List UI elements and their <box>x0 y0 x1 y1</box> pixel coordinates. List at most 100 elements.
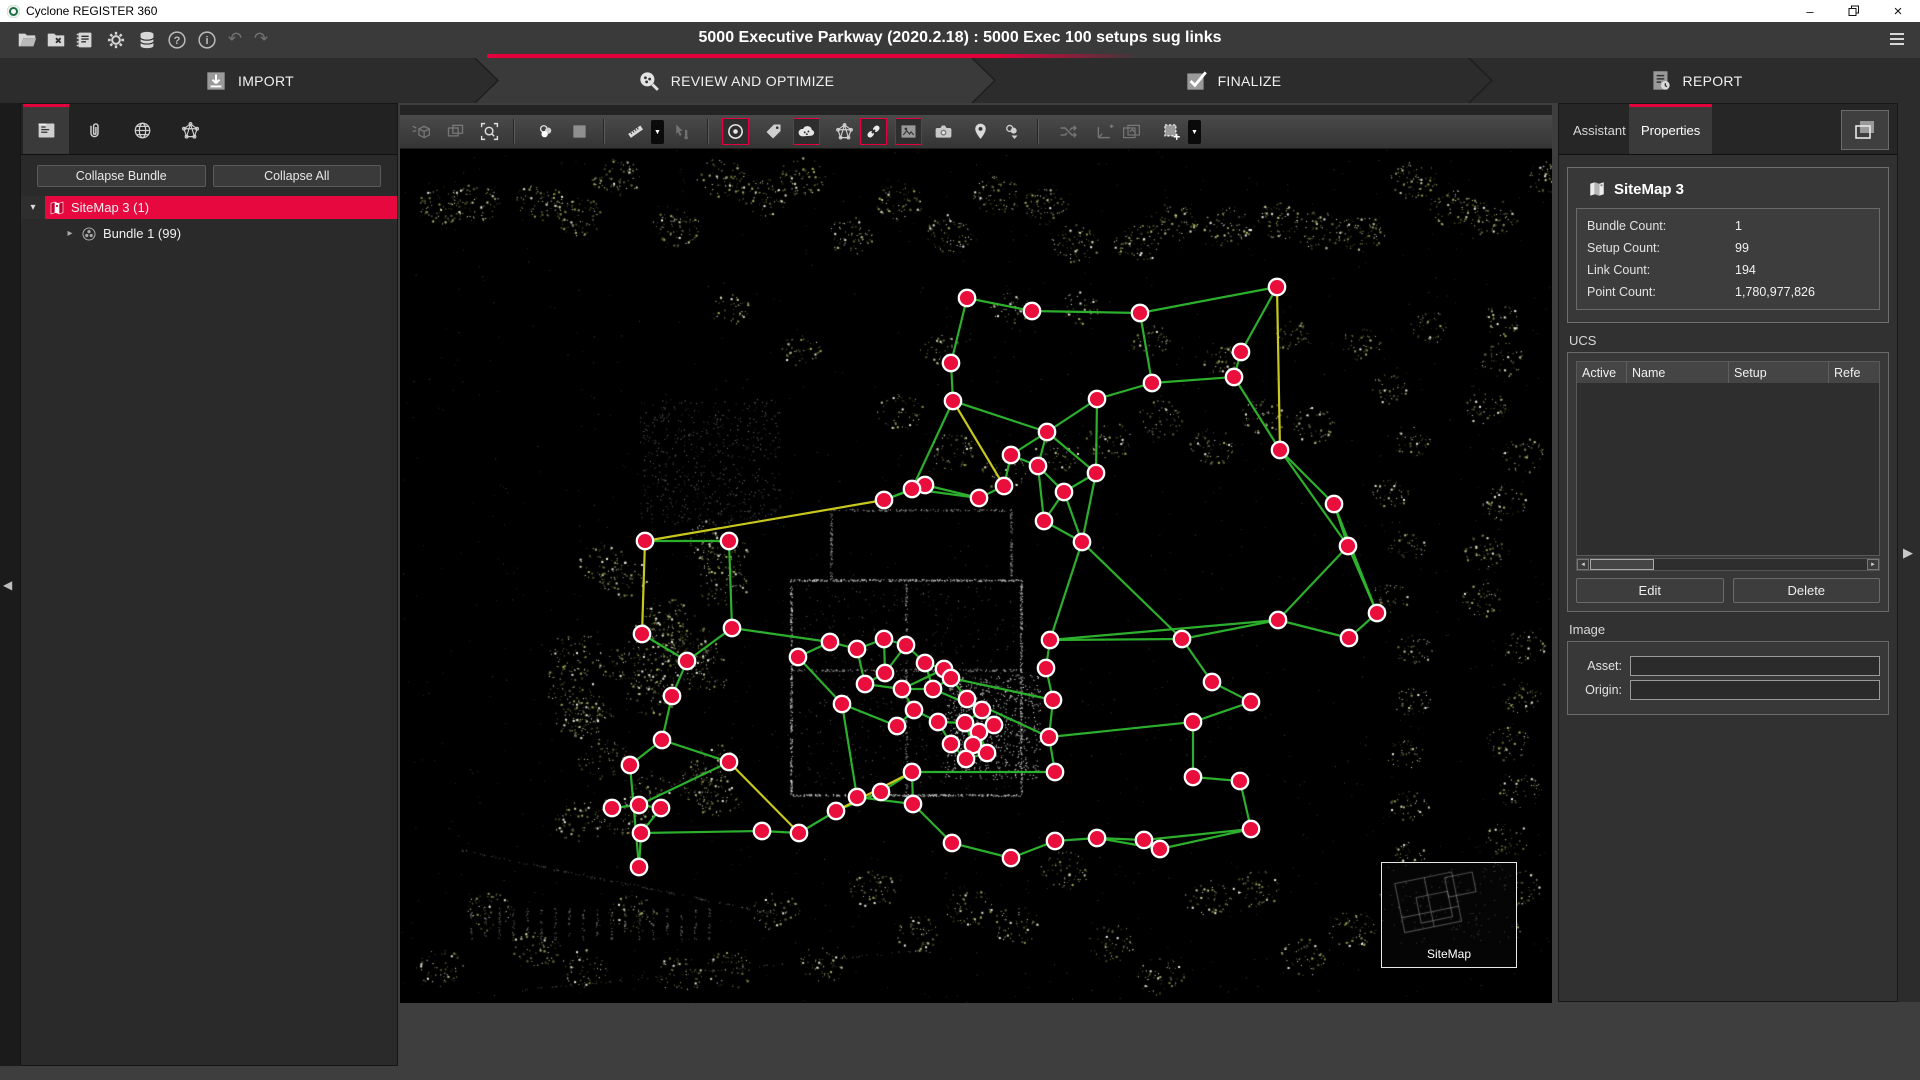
setup-node[interactable] <box>1243 694 1259 710</box>
scroll-left-arrow[interactable]: ◄ <box>1577 559 1589 570</box>
setup-node[interactable] <box>959 691 975 707</box>
setup-link-line[interactable] <box>953 401 1004 486</box>
setup-node[interactable] <box>828 803 844 819</box>
measure-tool-button[interactable] <box>622 118 649 145</box>
caret-right-icon[interactable]: ▸ <box>63 228 77 239</box>
setup-node[interactable] <box>1088 465 1104 481</box>
tab-import[interactable]: IMPORT <box>0 58 497 103</box>
ucs-edit-button[interactable]: Edit <box>1576 578 1724 603</box>
setup-link-line[interactable] <box>1160 829 1251 849</box>
setup-link-line[interactable] <box>641 831 762 833</box>
setup-node[interactable] <box>1369 605 1385 621</box>
setup-link-line[interactable] <box>645 500 884 541</box>
setup-link-line[interactable] <box>1280 450 1334 504</box>
setup-link-line[interactable] <box>1047 432 1096 473</box>
setup-filter-button[interactable] <box>998 118 1025 145</box>
setup-link-line[interactable] <box>1050 542 1082 640</box>
setup-link-line[interactable] <box>662 740 729 762</box>
setup-node[interactable] <box>979 745 995 761</box>
setup-node[interactable] <box>876 492 892 508</box>
setup-node[interactable] <box>1174 631 1190 647</box>
setup-node[interactable] <box>1233 344 1249 360</box>
setup-node[interactable] <box>1144 375 1160 391</box>
setup-link-line[interactable] <box>953 401 1047 432</box>
setup-link-line[interactable] <box>729 541 732 628</box>
add-image-button[interactable] <box>1118 118 1145 145</box>
sidebar-tab-linkmap[interactable] <box>167 107 213 154</box>
show-labels-toggle[interactable] <box>760 118 787 145</box>
swap-links-button[interactable] <box>1055 118 1082 145</box>
setup-link-line[interactable] <box>1049 722 1193 737</box>
setup-node[interactable] <box>1024 303 1040 319</box>
collapse-bundle-button[interactable]: Collapse Bundle <box>37 165 206 187</box>
tab-finalize[interactable]: FINALIZE <box>973 58 1491 103</box>
ucs-hscrollbar[interactable]: ◄ ► <box>1576 558 1880 571</box>
setup-link-line[interactable] <box>1140 313 1152 383</box>
setup-node[interactable] <box>894 681 910 697</box>
setup-node[interactable] <box>1003 447 1019 463</box>
setup-node[interactable] <box>877 665 893 681</box>
setup-node[interactable] <box>930 714 946 730</box>
setup-link-line[interactable] <box>1032 311 1140 313</box>
tree-row-bundle[interactable]: ▸ Bundle 1 (99) <box>21 222 397 245</box>
probe-cursor-button[interactable] <box>668 118 695 145</box>
setup-node[interactable] <box>904 764 920 780</box>
setup-node[interactable] <box>849 789 865 805</box>
sitemap-viewport[interactable]: SiteMap <box>400 149 1552 1003</box>
setup-link-line[interactable] <box>1241 287 1277 352</box>
show-setups-toggle[interactable] <box>722 118 749 145</box>
setup-link-line[interactable] <box>642 541 645 634</box>
fill-square-button[interactable] <box>566 118 593 145</box>
setup-node[interactable] <box>996 478 1012 494</box>
view-split-button[interactable] <box>442 118 469 145</box>
setup-link-line[interactable] <box>842 704 857 797</box>
minimize-button[interactable]: – <box>1788 0 1832 22</box>
show-pointcloud-toggle[interactable] <box>793 118 820 145</box>
setup-node[interactable] <box>1152 841 1168 857</box>
setup-node[interactable] <box>944 835 960 851</box>
setup-node[interactable] <box>1185 714 1201 730</box>
asset-field[interactable] <box>1630 656 1880 676</box>
setup-node[interactable] <box>1042 632 1058 648</box>
setup-node[interactable] <box>653 800 669 816</box>
scroll-thumb[interactable] <box>1590 559 1654 570</box>
cloud-coloring-button[interactable] <box>532 118 559 145</box>
setup-node[interactable] <box>1326 496 1342 512</box>
setup-node[interactable] <box>790 649 806 665</box>
setup-node[interactable] <box>958 751 974 767</box>
setup-node[interactable] <box>1270 612 1286 628</box>
setup-node[interactable] <box>1041 729 1057 745</box>
setup-link-line[interactable] <box>1144 829 1251 840</box>
setup-node[interactable] <box>1269 279 1285 295</box>
setup-node[interactable] <box>974 702 990 718</box>
setup-node[interactable] <box>1226 369 1242 385</box>
caret-down-icon[interactable]: ▾ <box>26 202 40 213</box>
zoom-fit-button[interactable] <box>476 118 503 145</box>
setup-link-line[interactable] <box>1348 546 1377 613</box>
setup-node[interactable] <box>1204 674 1220 690</box>
setup-node[interactable] <box>943 355 959 371</box>
panel-layout-button[interactable] <box>1841 110 1889 150</box>
setup-node[interactable] <box>1185 769 1201 785</box>
setup-node[interactable] <box>754 823 770 839</box>
setup-node[interactable] <box>906 702 922 718</box>
setup-node[interactable] <box>637 533 653 549</box>
select-dropdown[interactable]: ▼ <box>1188 120 1201 144</box>
sidebar-tab-structure[interactable] <box>23 104 69 154</box>
ucs-delete-button[interactable]: Delete <box>1733 578 1881 603</box>
setup-link-line[interactable] <box>639 762 729 805</box>
collapse-all-button[interactable]: Collapse All <box>213 165 382 187</box>
setup-link-line[interactable] <box>1278 620 1349 638</box>
setup-node[interactable] <box>622 757 638 773</box>
setup-node[interactable] <box>1089 391 1105 407</box>
tab-properties[interactable]: Properties <box>1629 104 1712 154</box>
setup-node[interactable] <box>876 631 892 647</box>
setup-node[interactable] <box>1089 830 1105 846</box>
setup-node[interactable] <box>822 634 838 650</box>
setup-node[interactable] <box>898 637 914 653</box>
setup-node[interactable] <box>1045 692 1061 708</box>
setup-link-line[interactable] <box>912 401 953 489</box>
tab-assistant[interactable]: Assistant <box>1561 107 1638 154</box>
setup-node[interactable] <box>1136 832 1152 848</box>
setup-node[interactable] <box>986 717 1002 733</box>
